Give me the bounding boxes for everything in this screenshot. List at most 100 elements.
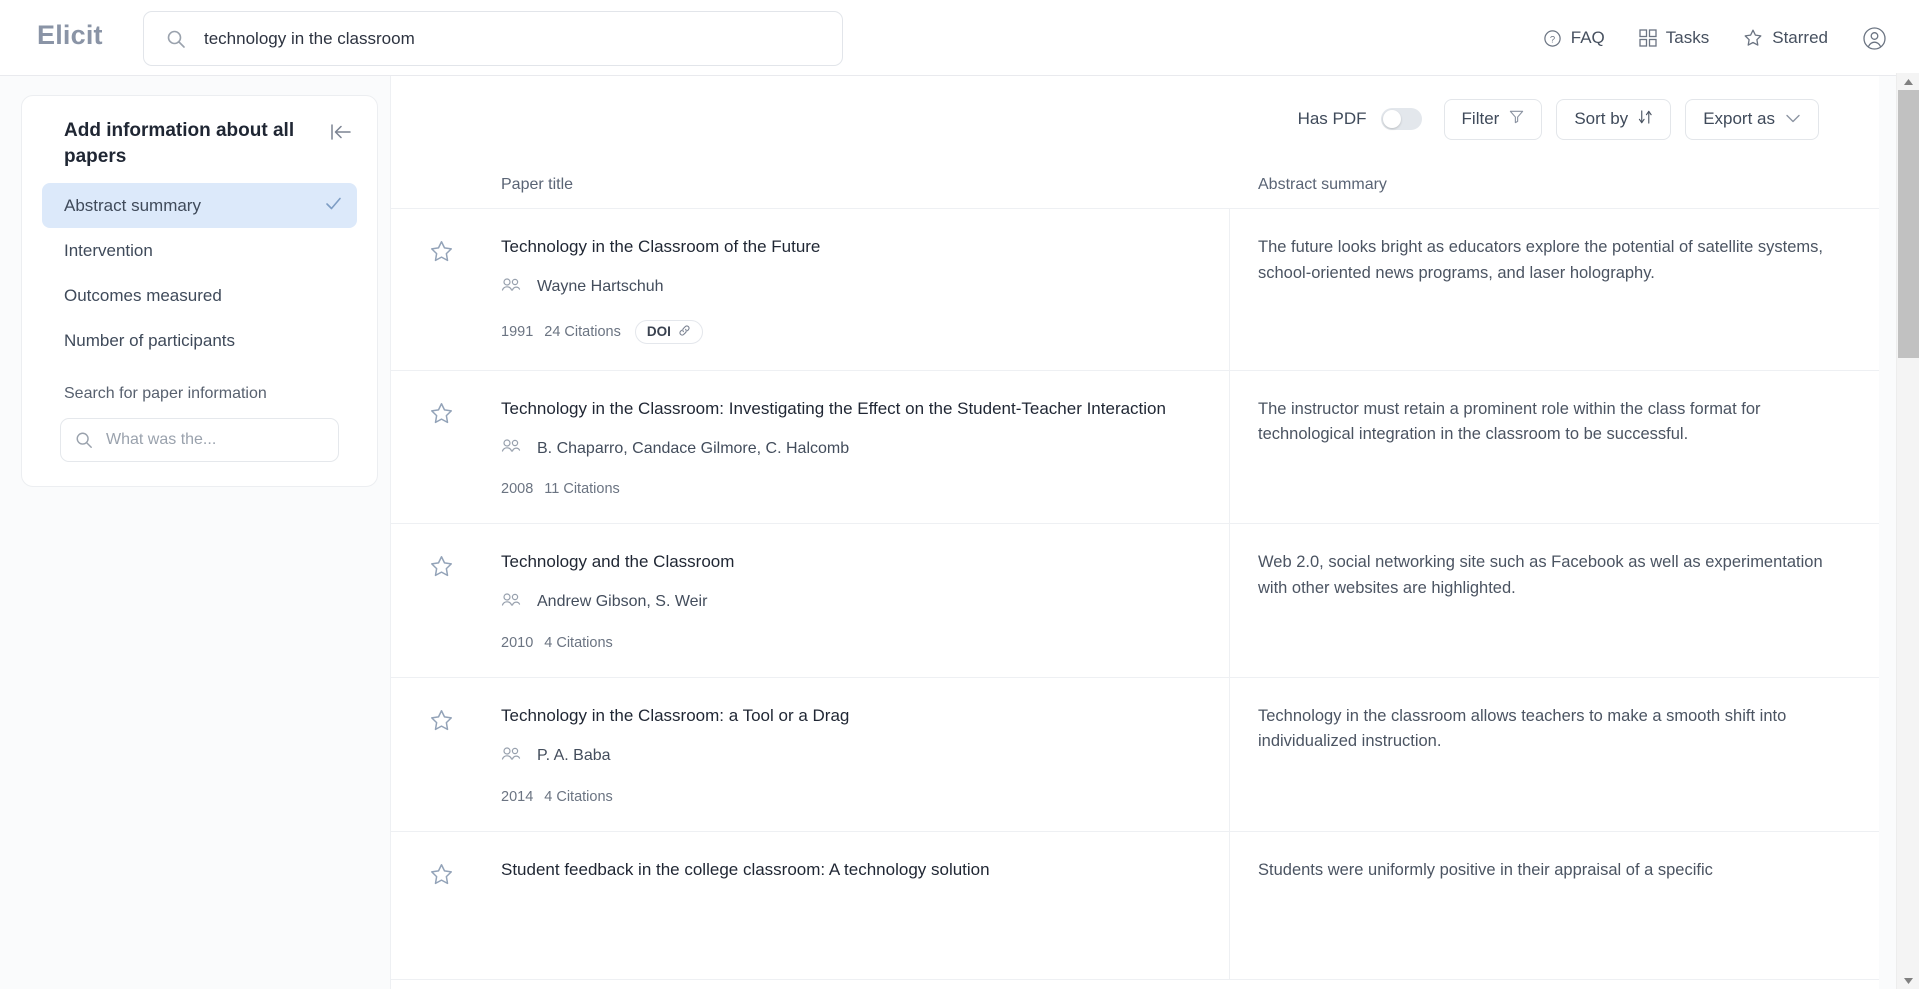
svg-text:?: ? [1550, 34, 1555, 45]
app-logo[interactable]: Elicit [37, 20, 103, 51]
scrollbar-thumb[interactable] [1898, 90, 1919, 358]
paper-title-cell: Technology and the Classroom Andrew Gibs… [391, 524, 1230, 677]
global-search[interactable] [143, 11, 843, 66]
abstract-summary-cell: Technology in the classroom allows teach… [1258, 706, 1787, 751]
abstract-summary-cell: Students were uniformly positive in thei… [1258, 860, 1713, 879]
paper-citations: 4 Citations [544, 634, 613, 651]
sort-by-button[interactable]: Sort by [1556, 98, 1672, 140]
has-pdf-label: Has PDF [1297, 109, 1367, 128]
sort-by-button-label: Sort by [1574, 109, 1629, 128]
abstract-summary-cell: The instructor must retain a prominent r… [1258, 399, 1761, 444]
paper-authors: P. A. Baba [501, 746, 849, 767]
sidebar-list: Abstract summary Intervention Outcomes m… [42, 183, 357, 363]
sidebar-title: Add information about all papers [64, 120, 295, 167]
has-pdf-toggle[interactable] [1380, 108, 1422, 130]
nav-starred[interactable]: Starred [1743, 28, 1828, 48]
paper-title[interactable]: Technology and the Classroom [501, 550, 734, 575]
paper-title-cell: Technology in the Classroom of the Futur… [391, 209, 1230, 370]
search-input[interactable] [204, 28, 804, 49]
link-icon [678, 324, 691, 340]
star-icon [1743, 28, 1763, 48]
results-panel: Has PDF Filter Sort by Export as Paper t… [390, 76, 1879, 989]
authors-icon [501, 746, 521, 767]
question-circle-icon: ? [1543, 29, 1562, 48]
page-body: Add information about all papers Abstrac… [0, 76, 1919, 989]
grid-icon [1639, 29, 1657, 47]
scroll-down-arrow-icon[interactable] [1897, 972, 1919, 989]
paper-meta: 2008 11 Citations [501, 481, 1166, 497]
filter-button-label: Filter [1461, 109, 1500, 128]
paper-info-search-input[interactable] [106, 431, 296, 450]
paper-meta: 1991 24 Citations DOI [501, 319, 820, 344]
star-icon[interactable] [391, 858, 501, 953]
nav-tasks-label: Tasks [1665, 28, 1710, 47]
scroll-up-arrow-icon[interactable] [1897, 73, 1919, 90]
paper-title[interactable]: Technology in the Classroom of the Futur… [501, 235, 820, 260]
table-row[interactable]: Student feedback in the college classroo… [391, 831, 1879, 980]
paper-meta: 2010 4 Citations [501, 635, 734, 651]
paper-title[interactable]: Technology in the Classroom: a Tool or a… [501, 704, 849, 729]
header-nav: ? FAQ Tasks Starred [1543, 0, 1887, 76]
filter-button[interactable]: Filter [1443, 98, 1543, 140]
paper-title-cell: Technology in the Classroom: a Tool or a… [391, 677, 1230, 831]
paper-year: 2014 [501, 788, 534, 805]
paper-citations: 4 Citations [544, 788, 613, 805]
authors-icon [501, 592, 521, 613]
authors-icon [501, 277, 521, 298]
sidebar-item-abstract-summary[interactable]: Abstract summary [42, 183, 357, 229]
nav-faq-label: FAQ [1570, 28, 1605, 47]
paper-title[interactable]: Technology in the Classroom: Investigati… [501, 397, 1166, 422]
export-as-button-label: Export as [1703, 109, 1775, 128]
check-icon [324, 194, 343, 218]
doi-chip[interactable]: DOI [634, 319, 703, 344]
paper-authors: Wayne Hartschuh [501, 277, 820, 298]
table-row[interactable]: Technology in the Classroom of the Futur… [391, 209, 1879, 371]
account-circle-icon[interactable] [1862, 26, 1887, 51]
authors-icon [501, 438, 521, 459]
sort-arrows-icon [1638, 109, 1653, 130]
sidebar-header: Add information about all papers [42, 118, 357, 169]
sidebar-item-label: Intervention [64, 240, 153, 260]
export-as-button[interactable]: Export as [1685, 98, 1819, 140]
authors-text: P. A. Baba [537, 747, 611, 765]
toggle-knob [1382, 110, 1401, 128]
abstract-summary-cell: Web 2.0, social networking site such as … [1258, 553, 1823, 597]
paper-title-cell: Student feedback in the college classroo… [391, 831, 1230, 979]
paper-year: 2008 [501, 481, 534, 498]
table-row[interactable]: Technology in the Classroom: a Tool or a… [391, 677, 1879, 832]
column-header-paper-title: Paper title [501, 176, 574, 193]
sidebar-item-intervention[interactable]: Intervention [42, 228, 357, 273]
authors-text: B. Chaparro, Candace Gilmore, C. Halcomb [537, 439, 850, 457]
table-header: Paper title Abstract summary [391, 162, 1879, 209]
star-icon[interactable] [391, 235, 501, 344]
paper-citations: 24 Citations [544, 323, 621, 340]
paper-year: 2010 [501, 634, 534, 651]
chevron-down-icon [1785, 109, 1801, 129]
authors-text: Wayne Hartschuh [537, 278, 664, 296]
column-header-abstract-summary: Abstract summary [1258, 176, 1387, 193]
paper-title-cell: Technology in the Classroom: Investigati… [391, 370, 1230, 524]
table-row[interactable]: Technology in the Classroom: Investigati… [391, 370, 1879, 525]
sidebar-item-number-of-participants[interactable]: Number of participants [42, 318, 357, 363]
has-pdf-control[interactable]: Has PDF [1298, 108, 1422, 130]
collapse-left-icon[interactable] [329, 118, 353, 147]
star-icon[interactable] [391, 550, 501, 651]
vertical-scrollbar[interactable] [1896, 73, 1919, 989]
paper-meta: 2014 4 Citations [501, 789, 849, 805]
table-row[interactable]: Technology and the Classroom Andrew Gibs… [391, 524, 1879, 678]
star-icon[interactable] [391, 704, 501, 805]
paper-title[interactable]: Student feedback in the college classroo… [501, 858, 990, 883]
sidebar-item-outcomes-measured[interactable]: Outcomes measured [42, 273, 357, 318]
abstract-summary-cell: The future looks bright as educators exp… [1258, 238, 1823, 282]
paper-info-search[interactable] [60, 418, 339, 463]
star-icon[interactable] [391, 397, 501, 498]
paper-citations: 11 Citations [544, 481, 620, 498]
search-icon [166, 29, 186, 49]
sidebar-item-label: Number of participants [64, 330, 236, 350]
sidebar-search-label: Search for paper information [64, 385, 267, 403]
nav-faq[interactable]: ? FAQ [1543, 28, 1605, 48]
app-header: Elicit ? FAQ [0, 0, 1919, 76]
nav-tasks[interactable]: Tasks [1639, 28, 1709, 48]
nav-starred-label: Starred [1772, 28, 1828, 47]
paper-authors: Andrew Gibson, S. Weir [501, 592, 734, 613]
